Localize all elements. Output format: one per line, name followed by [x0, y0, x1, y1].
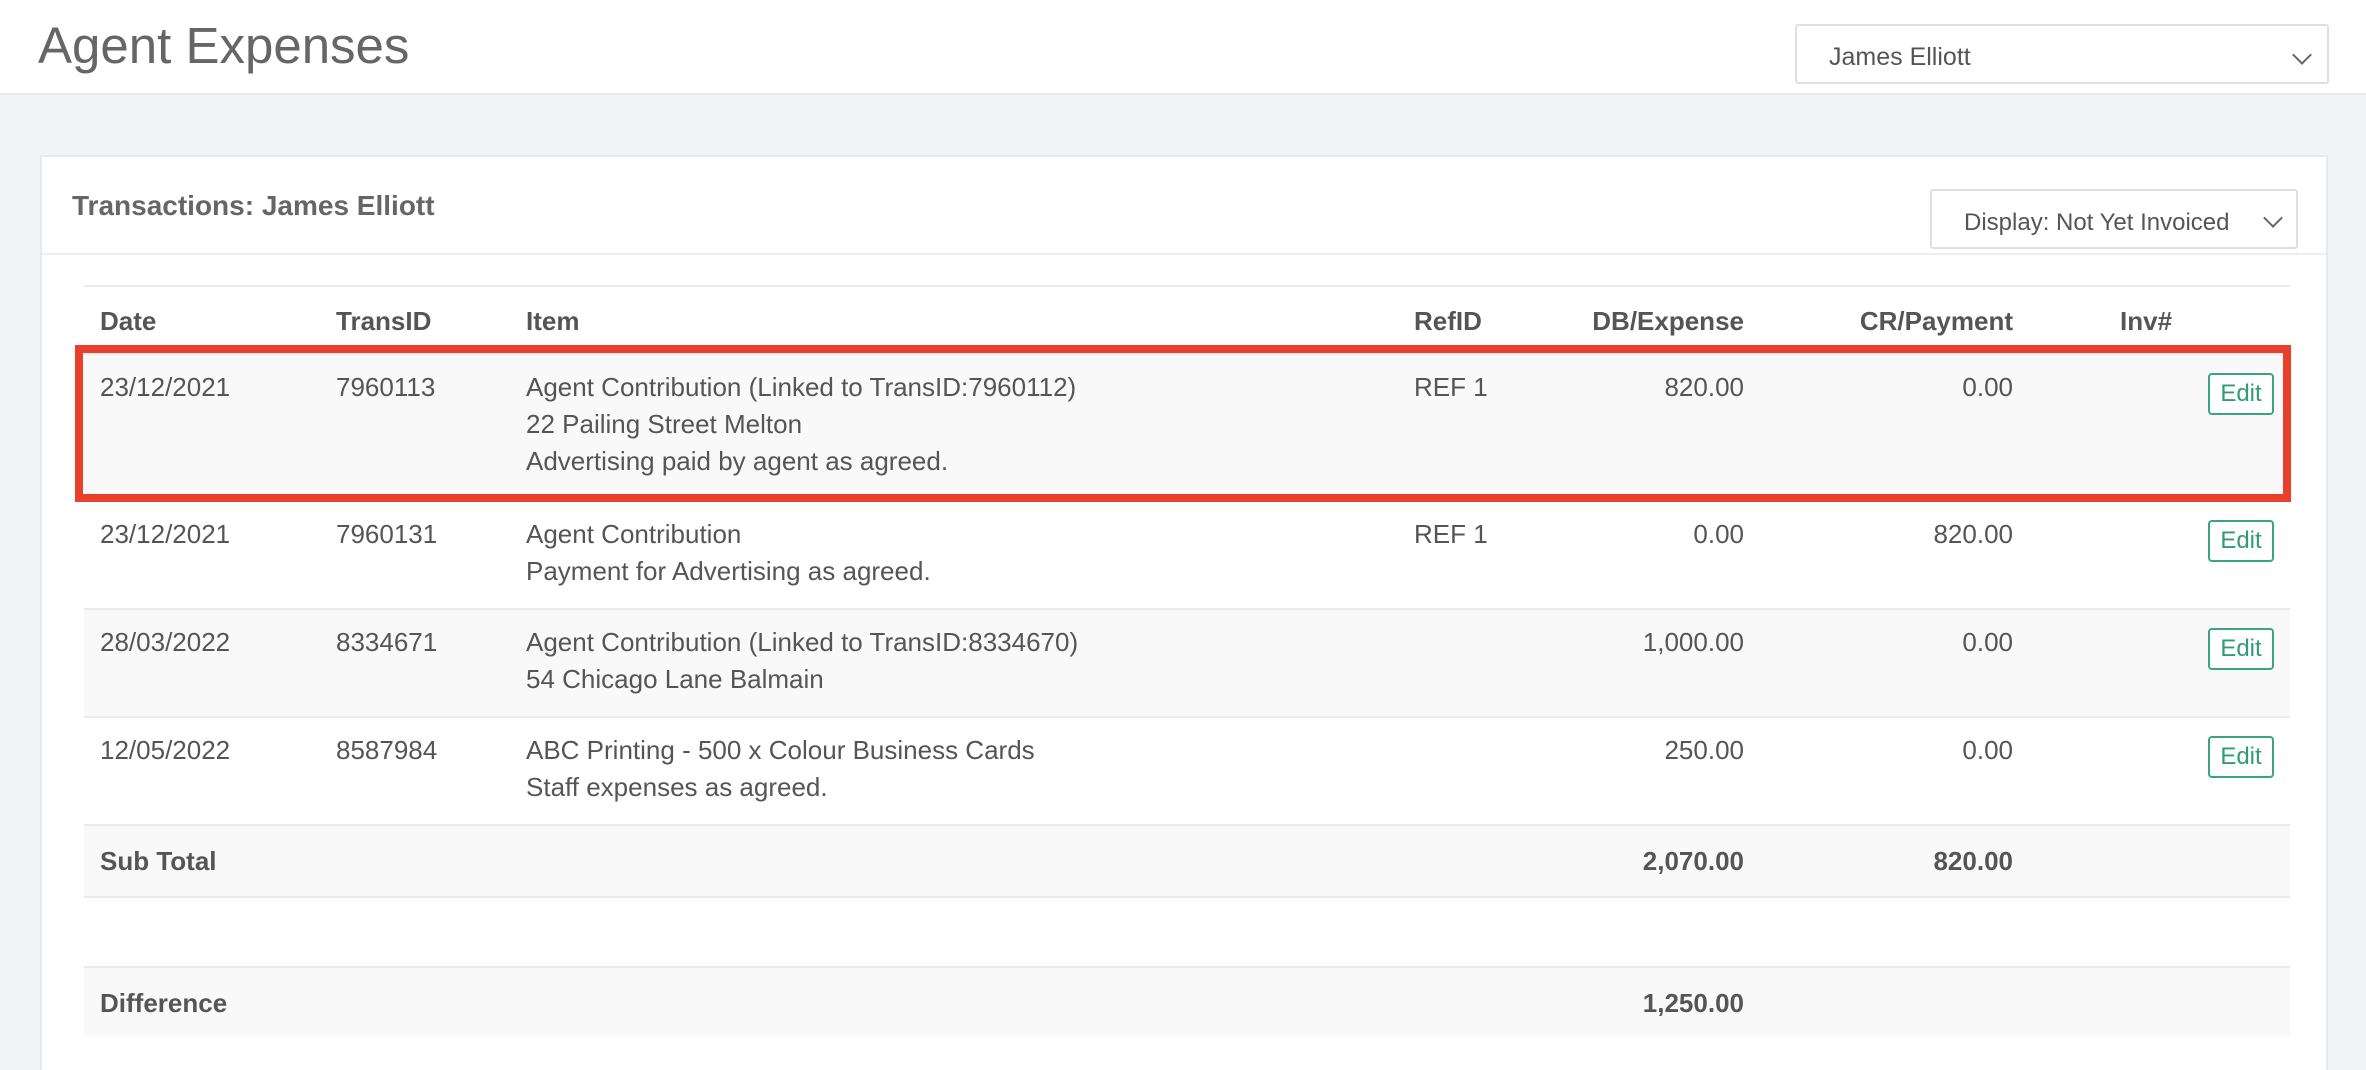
- table-row: 23/12/2021 7960131 Agent Contribution Pa…: [84, 500, 2290, 608]
- row-date: 28/03/2022: [100, 627, 231, 657]
- row-cr-payment: 0.00: [1962, 372, 2013, 402]
- column-header-invoice: Inv#: [2120, 306, 2173, 336]
- row-refid: REF 1: [1414, 372, 1488, 402]
- column-header-item: Item: [526, 306, 580, 336]
- row-date: 23/12/2021: [100, 372, 231, 402]
- panel-header: Transactions: James Elliott Display: Not…: [42, 157, 2326, 255]
- subtotal-db-expense: 2,070.00: [1642, 846, 1744, 876]
- display-filter-value: Display: Not Yet Invoiced: [1964, 209, 2230, 236]
- row-cr-payment: 0.00: [1962, 735, 2013, 765]
- agent-select[interactable]: James Elliott: [1795, 24, 2329, 84]
- row-item-line: ABC Printing - 500 x Colour Business Car…: [526, 735, 1035, 765]
- row-item-line: Advertising paid by agent as agreed.: [526, 446, 949, 476]
- row-cr-payment: 0.00: [1962, 627, 2013, 657]
- row-db-expense: 250.00: [1664, 735, 1744, 765]
- page-title: Agent Expenses: [38, 17, 410, 74]
- row-db-expense: 820.00: [1664, 372, 1744, 402]
- row-db-expense: 0.00: [1693, 519, 1744, 549]
- edit-button[interactable]: Edit: [2208, 736, 2274, 778]
- edit-button[interactable]: Edit: [2208, 628, 2274, 670]
- subtotal-cr-payment: 820.00: [1933, 846, 2013, 876]
- column-header-date: Date: [100, 306, 157, 336]
- row-item-line: Agent Contribution: [526, 519, 742, 549]
- subtotal-label: Sub Total: [100, 846, 217, 876]
- row-refid: REF 1: [1414, 519, 1488, 549]
- table-row: 28/03/2022 8334671 Agent Contribution (L…: [84, 608, 2290, 716]
- chevron-down-icon: [2292, 45, 2312, 65]
- row-transid: 7960113: [336, 372, 436, 402]
- difference-label: Difference: [100, 988, 228, 1018]
- row-item-line: Agent Contribution (Linked to TransID:83…: [526, 627, 1079, 657]
- difference-db-expense: 1,250.00: [1642, 988, 1744, 1018]
- difference-row: Difference 1,250.00: [84, 966, 2290, 1036]
- chevron-down-icon: [2263, 208, 2283, 228]
- edit-button[interactable]: Edit: [2208, 520, 2274, 562]
- row-item-line: Agent Contribution (Linked to TransID:79…: [526, 372, 1077, 402]
- subtotal-row: Sub Total 2,070.00 820.00: [84, 824, 2290, 896]
- row-date: 12/05/2022: [100, 735, 231, 765]
- spacer-row: [84, 896, 2290, 966]
- table-row: 23/12/2021 7960113 Agent Contribution (L…: [84, 353, 2290, 500]
- row-date: 23/12/2021: [100, 519, 231, 549]
- display-filter-select[interactable]: Display: Not Yet Invoiced: [1930, 189, 2298, 249]
- row-item-line: Staff expenses as agreed.: [526, 772, 828, 802]
- edit-button[interactable]: Edit: [2208, 373, 2274, 415]
- row-item-line: Payment for Advertising as agreed.: [526, 556, 931, 586]
- row-cr-payment: 820.00: [1933, 519, 2013, 549]
- column-header-db-expense: DB/Expense: [1592, 306, 1744, 336]
- agent-select-value: James Elliott: [1829, 43, 1971, 71]
- row-transid: 8334671: [336, 627, 438, 657]
- row-item-line: 54 Chicago Lane Balmain: [526, 664, 824, 694]
- row-db-expense: 1,000.00: [1642, 627, 1744, 657]
- top-bar: Agent Expenses James Elliott: [0, 0, 2366, 95]
- table-row: 12/05/2022 8587984 ABC Printing - 500 x …: [84, 716, 2290, 824]
- transactions-panel: Transactions: James Elliott Display: Not…: [40, 155, 2328, 1070]
- column-header-refid: RefID: [1414, 306, 1482, 336]
- row-item-line: 22 Pailing Street Melton: [526, 409, 803, 439]
- column-header-cr-payment: CR/Payment: [1859, 306, 2013, 336]
- table-header-row: Date TransID Item RefID DB/Expense CR/Pa…: [84, 285, 2290, 353]
- column-header-transid: TransID: [336, 306, 432, 336]
- row-transid: 8587984: [336, 735, 438, 765]
- row-transid: 7960131: [336, 519, 438, 549]
- panel-title: Transactions: James Elliott: [72, 190, 435, 221]
